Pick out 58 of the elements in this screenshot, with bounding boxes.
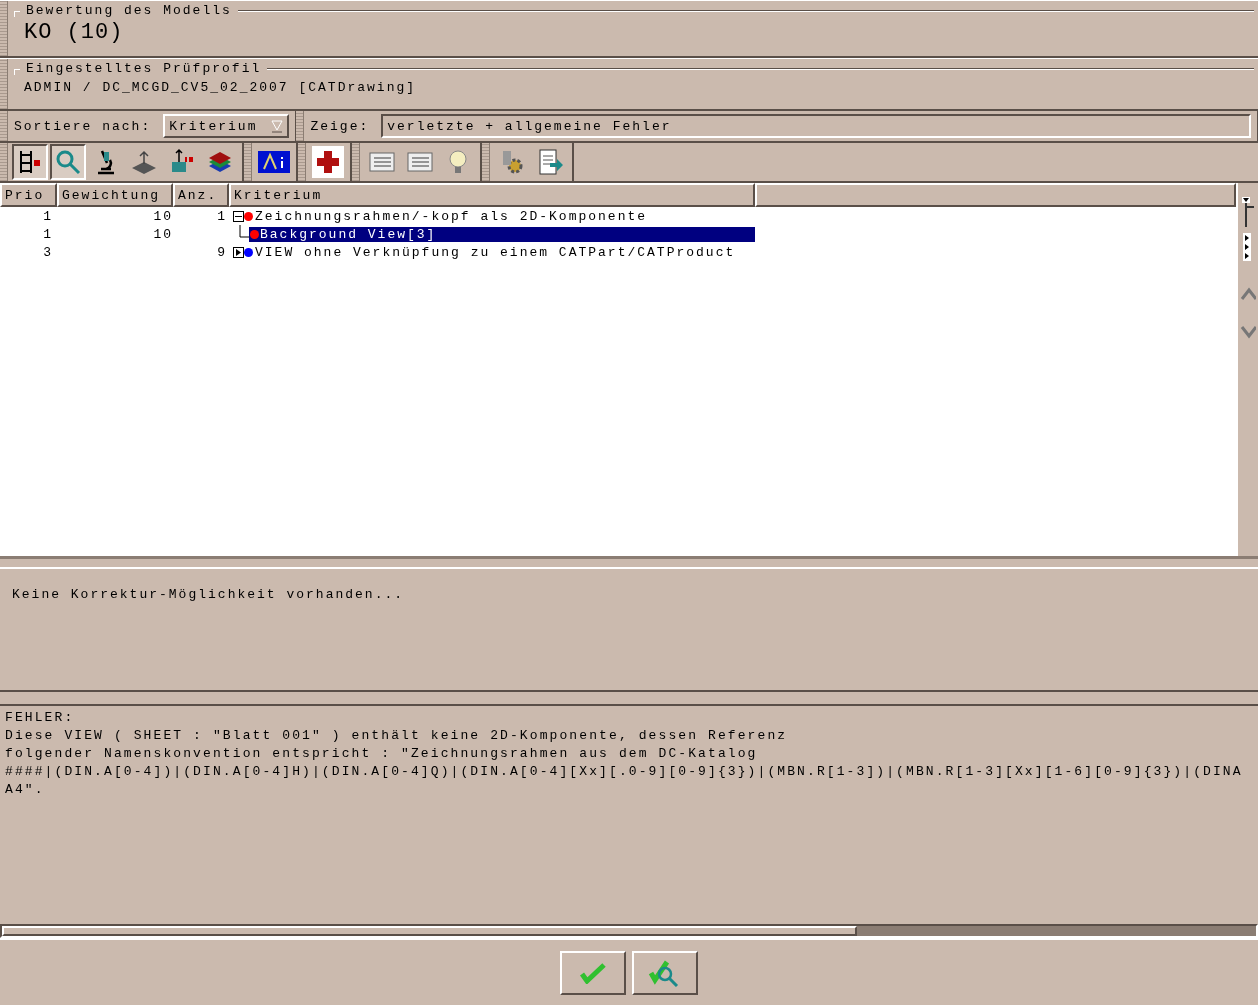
plus-icon (312, 146, 344, 178)
expander-icon[interactable] (233, 210, 244, 222)
check-button[interactable] (632, 950, 698, 995)
weight-cell-text: 10 (152, 208, 173, 224)
grip-handle[interactable] (296, 111, 305, 141)
table-row[interactable]: 1 10 1 Zeichnungsrahmen/-kopf als 2D-Komponente (0, 207, 1236, 225)
tree-item[interactable]: Background View[3] (249, 226, 755, 242)
tree-item-label: Background View[3] (260, 226, 437, 242)
group-title: Bewertung des Modells (26, 3, 232, 18)
error-text-line: FEHLER: (5, 709, 76, 727)
toolbar-button[interactable] (50, 144, 86, 180)
error-text-line: ####|(DIN.A[0-4])|(DIN.A[0-4]H)|(DIN.A[0-4]Q)|(DIN.A[0-4][Xx][.0-9][0-9]{3})|(MBN.R[1-3])|(MBN.R[1-3][Xx][1-6][0-9]{3})|(DINA (5, 763, 1244, 781)
toolbar-button[interactable] (310, 144, 346, 180)
column-header[interactable]: Gewichtung (57, 183, 173, 207)
filter-label: Sortiere nach: (14, 118, 152, 134)
chevron-down-icon[interactable] (1240, 325, 1256, 339)
grip-handle[interactable] (244, 143, 252, 181)
info-icon (258, 151, 290, 173)
profile-value: ADMIN / DC_MCGD_CV5_02_2007 [CATDrawing] (23, 79, 418, 95)
filter-label: Zeige: (310, 118, 370, 134)
column-header[interactable]: Kriterium (229, 183, 755, 207)
prio-cell-text: 1 (42, 208, 54, 224)
prio-cell-text: 3 (42, 244, 54, 260)
prio-cell-text: 1 (42, 226, 54, 242)
grip-handle[interactable] (0, 143, 8, 181)
weight-cell-text: 10 (152, 226, 173, 242)
expander-icon[interactable] (233, 246, 244, 258)
criterion-label[interactable]: Zeichnungsrahmen/-kopf als 2D-Komponente (254, 208, 649, 224)
grip-handle[interactable] (0, 111, 8, 141)
grip-handle[interactable] (298, 143, 306, 181)
column-header[interactable]: Prio (0, 183, 57, 207)
column-header[interactable]: Anz. (173, 183, 229, 207)
count-cell-text: 1 (216, 208, 228, 224)
count-cell-text: 9 (216, 244, 228, 260)
error-text-line: Diese VIEW ( SHEET : "Blatt 001" ) enthält keine 2D-Komponente, dessen Referenz (5, 727, 789, 745)
table-row[interactable]: 1 10 Background View[3] (0, 225, 1236, 243)
confirm-button[interactable] (560, 950, 626, 995)
grip-handle[interactable] (0, 59, 8, 109)
caret-icon (271, 119, 284, 133)
toolbar-button[interactable] (12, 144, 48, 180)
table-row[interactable]: 3 9 VIEW ohne Verknüpfung zu einem CATPart/CATProduct (0, 243, 1236, 261)
grip-handle[interactable] (352, 143, 360, 181)
surface-icon (130, 148, 158, 176)
sort-dropdown[interactable]: Kriterium (163, 114, 290, 138)
checkmark-icon (580, 961, 606, 984)
error-text-line: folgender Namenskonvention entspricht : "Zeichnungsrahmen aus dem DC-Katalog (5, 745, 759, 763)
export-icon (536, 148, 564, 176)
group-title: Eingestelltes Prüfprofil (26, 61, 262, 76)
filter-field[interactable]: verletzte + allgemeine Fehler (381, 114, 1251, 138)
search-icon (54, 148, 82, 176)
evaluation-value: KO (10) (23, 19, 125, 45)
correction-message: Keine Korrektur-Möglichkeit vorhanden... (0, 567, 1258, 692)
grip-handle[interactable] (0, 1, 8, 56)
chevron-up-icon[interactable] (1240, 287, 1256, 301)
error-text-line: A4". (5, 781, 46, 799)
criterion-label[interactable]: VIEW ohne Verknüpfung zu einem CATPart/CATProduct (254, 244, 737, 260)
horizontal-scrollbar[interactable] (0, 924, 1258, 938)
grip-handle[interactable] (482, 143, 490, 181)
